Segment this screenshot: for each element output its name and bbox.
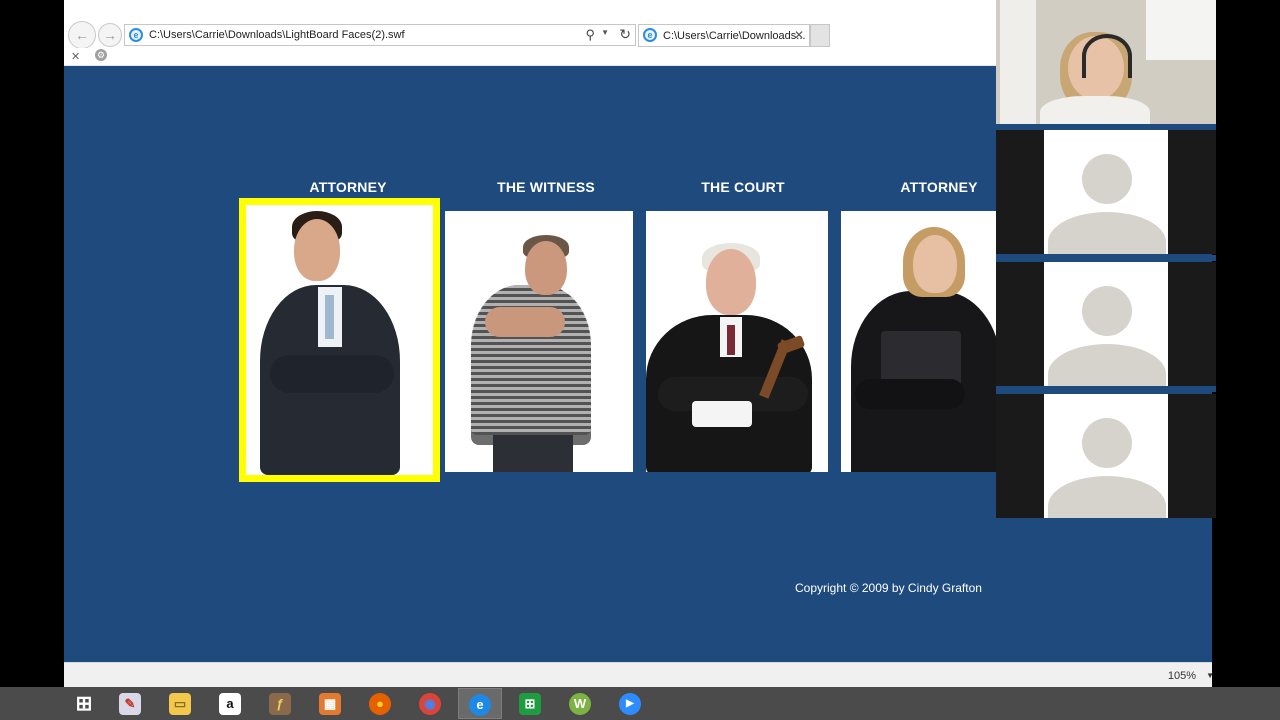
- back-button[interactable]: ←: [68, 21, 96, 49]
- chrome-icon: ◉: [419, 693, 441, 715]
- zoom-chevron-icon[interactable]: ▼: [1206, 671, 1214, 680]
- back-arrow-icon: ←: [75, 27, 89, 43]
- address-bar[interactable]: e C:\Users\Carrie\Downloads\LightBoard F…: [124, 24, 636, 46]
- presenter-body: [1040, 96, 1150, 124]
- paint-icon: ✎: [119, 693, 141, 715]
- amazon-icon: a: [219, 693, 241, 715]
- card-witness[interactable]: [445, 211, 633, 472]
- participant-tile-3[interactable]: [996, 394, 1216, 518]
- card-label-attorney-2: ATTORNEY: [900, 179, 978, 195]
- taskbar-amazon[interactable]: a: [208, 688, 252, 719]
- zoom-icon: ▶: [619, 693, 641, 715]
- card-court[interactable]: [646, 211, 828, 472]
- ie-page-icon: e: [129, 28, 143, 42]
- taskbar-flash[interactable]: ƒ: [258, 688, 302, 719]
- flash-icon: ƒ: [269, 693, 291, 715]
- windows-start-icon: ⊞: [75, 693, 93, 715]
- new-tab-button[interactable]: [810, 24, 830, 47]
- forward-button[interactable]: →: [98, 23, 122, 47]
- windows-start-button[interactable]: ⊞: [62, 688, 106, 719]
- copyright-text: Copyright © 2009 by Cindy Grafton: [795, 581, 982, 595]
- taskbar-internet-explorer[interactable]: e: [458, 688, 502, 719]
- status-bar: 105% ▼: [64, 662, 1214, 687]
- video-divider: [996, 255, 1216, 261]
- taskbar-file-explorer[interactable]: ▭: [158, 688, 202, 719]
- taskbar-gallery[interactable]: ▦: [308, 688, 352, 719]
- avatar-placeholder-icon: [1082, 418, 1132, 468]
- refresh-icon[interactable]: ↻: [619, 26, 631, 43]
- store-icon: ⊞: [519, 693, 541, 715]
- search-icon[interactable]: ⚲: [585, 27, 595, 43]
- card-label-attorney-1: ATTORNEY: [309, 179, 387, 195]
- taskbar-store[interactable]: ⊞: [508, 688, 552, 719]
- avatar-placeholder-icon: [1082, 286, 1132, 336]
- taskbar-webroot[interactable]: W: [558, 688, 602, 719]
- presenter-video: [996, 0, 1216, 124]
- avatar-placeholder-icon: [1082, 154, 1132, 204]
- gallery-icon: ▦: [319, 693, 341, 715]
- tab-title: C:\Users\Carrie\Downloads...: [663, 30, 806, 42]
- card-attorney-female[interactable]: [841, 211, 996, 472]
- firefox-icon: ●: [369, 693, 391, 715]
- participant-tile-2[interactable]: [996, 262, 1216, 386]
- file-explorer-icon: ▭: [169, 693, 191, 715]
- ie-tab-icon: e: [643, 28, 657, 42]
- forward-arrow-icon: →: [103, 27, 117, 43]
- screen: ← → e C:\Users\Carrie\Downloads\LightBoa…: [0, 0, 1280, 720]
- taskbar-chrome[interactable]: ◉: [408, 688, 452, 719]
- chevron-down-icon[interactable]: ▼: [601, 28, 609, 37]
- taskbar-paint[interactable]: ✎: [108, 688, 152, 719]
- taskbar: ⊞ ✎ ▭ a ƒ ▦ ● ◉ e ⊞ W ▶: [0, 687, 1280, 720]
- window-shape: [1146, 0, 1216, 60]
- close-icon[interactable]: ✕: [71, 50, 80, 63]
- card-attorney-male[interactable]: [239, 198, 440, 482]
- headset-icon: [1082, 34, 1132, 78]
- participant-tile-1[interactable]: [996, 130, 1216, 254]
- close-tab-icon[interactable]: ✕: [794, 28, 804, 42]
- taskbar-zoom[interactable]: ▶: [608, 688, 652, 719]
- card-label-witness: THE WITNESS: [497, 179, 595, 195]
- taskbar-firefox[interactable]: ●: [358, 688, 402, 719]
- curtain-shape: [1000, 0, 1036, 124]
- gear-icon[interactable]: ⚙: [95, 49, 107, 61]
- video-divider: [996, 386, 1216, 392]
- webroot-icon: W: [569, 693, 591, 715]
- browser-tab[interactable]: e C:\Users\Carrie\Downloads... ✕: [638, 24, 810, 47]
- internet-explorer-icon: e: [469, 694, 491, 716]
- zoom-level[interactable]: 105%: [1168, 670, 1196, 682]
- card-label-court: THE COURT: [701, 179, 785, 195]
- address-url[interactable]: C:\Users\Carrie\Downloads\LightBoard Fac…: [149, 29, 405, 41]
